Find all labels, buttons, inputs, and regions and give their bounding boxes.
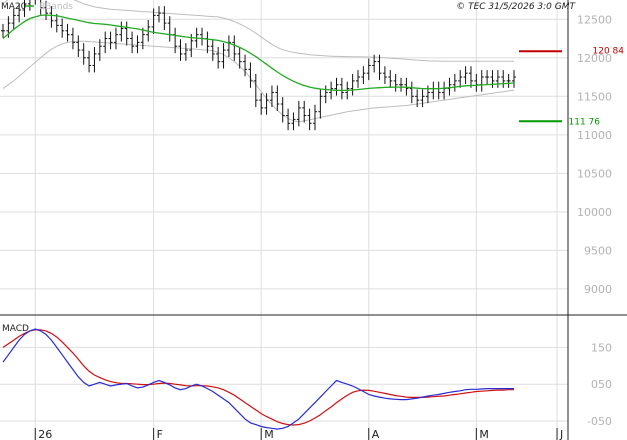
ma20-line xyxy=(2,14,515,92)
price-tick-label: 12000 xyxy=(577,52,612,65)
price-chart: 120 84111 76 125001200011500110001050010… xyxy=(0,0,627,440)
ma20-path xyxy=(2,14,515,92)
time-tick-label: 26 xyxy=(38,428,52,440)
macd-path xyxy=(2,328,514,430)
time-tick-label: M xyxy=(264,428,274,440)
macd-tick-label: 150 xyxy=(591,341,612,354)
support-label: 111 76 xyxy=(569,117,601,127)
time-tick-label: M xyxy=(479,428,489,440)
time-tick-label: J xyxy=(559,428,563,440)
time-tick-label: A xyxy=(372,428,380,440)
macd-tick-label: -050 xyxy=(587,415,612,428)
macd-tick-label: 050 xyxy=(591,378,612,391)
macd-lines xyxy=(2,328,514,430)
time-tick-label: F xyxy=(157,428,163,440)
price-tick-label: 11000 xyxy=(577,129,612,142)
price-tick-label: 10500 xyxy=(577,167,612,180)
copyright-text: © TEC 31/5/2026 3:0 GMT xyxy=(456,2,576,12)
macd-title: MACD xyxy=(2,324,29,334)
price-tick-label: 10000 xyxy=(577,206,612,219)
price-tick-label: 9500 xyxy=(584,244,612,257)
bb-upper-line xyxy=(2,0,514,62)
tick-labels: 12500 12000 11500 11000 10500 10000 9500 9000 15… xyxy=(34,13,612,440)
price-tick-label: 9000 xyxy=(584,283,612,296)
bb-lower-line xyxy=(2,40,515,123)
grid-lines xyxy=(0,0,568,440)
bollinger-bands xyxy=(2,0,515,123)
legend-bb-label: BBands xyxy=(39,2,73,12)
legend-ma-label: MA20 xyxy=(1,2,27,12)
price-tick-label: 11500 xyxy=(577,90,612,103)
price-tick-label: 12500 xyxy=(577,13,612,26)
